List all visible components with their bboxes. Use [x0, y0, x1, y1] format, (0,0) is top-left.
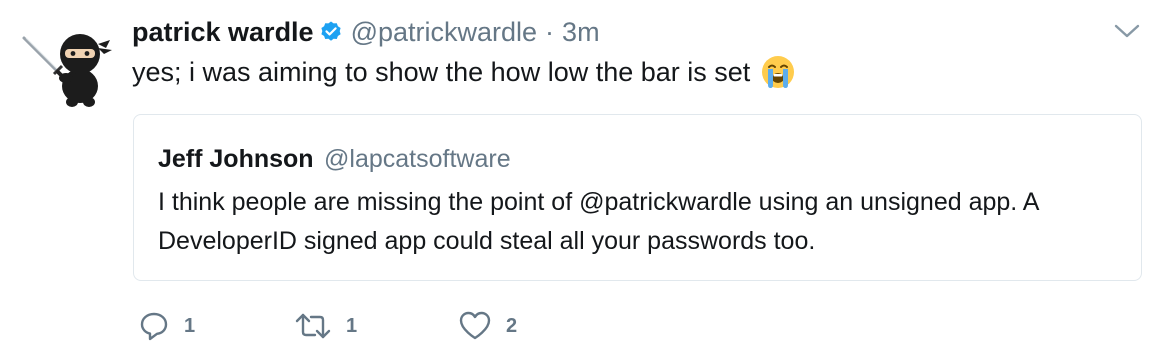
author-name[interactable]: patrick wardle [132, 17, 314, 48]
reply-button[interactable]: 1 [138, 310, 195, 342]
quoted-tweet[interactable]: Jeff Johnson @lapcatsoftware I think peo… [133, 114, 1142, 281]
quoted-tweet-text: I think people are missing the point of … [158, 188, 1039, 255]
tweet-header: patrick wardle @patrickwardle · 3m [132, 14, 600, 50]
chevron-down-icon[interactable] [1112, 20, 1142, 42]
reply-icon [138, 310, 170, 342]
retweet-count: 1 [346, 314, 358, 337]
verified-badge-icon [319, 20, 343, 44]
heart-icon [458, 310, 492, 342]
like-button[interactable]: 2 [458, 310, 517, 342]
tweet-text-content: yes; i was aiming to show the how low th… [132, 56, 751, 87]
tweet[interactable]: patrick wardle @patrickwardle · 3m yes; … [0, 0, 1162, 354]
quoted-author-name: Jeff Johnson [158, 145, 314, 173]
separator-dot: · [545, 16, 555, 47]
tweet-actions: 1 1 2 [138, 310, 738, 346]
avatar[interactable] [18, 26, 114, 110]
quoted-tweet-header: Jeff Johnson @lapcatsoftware [158, 145, 511, 174]
author-handle[interactable]: @patrickwardle [351, 17, 537, 48]
retweet-icon [294, 310, 332, 342]
tweet-timestamp[interactable]: 3m [562, 17, 600, 48]
loudly-crying-face-emoji [760, 54, 796, 90]
quoted-author-handle: @lapcatsoftware [324, 145, 511, 173]
like-count: 2 [506, 314, 518, 337]
retweet-button[interactable]: 1 [294, 310, 357, 342]
tweet-text: yes; i was aiming to show the how low th… [132, 54, 796, 90]
reply-count: 1 [184, 314, 196, 337]
